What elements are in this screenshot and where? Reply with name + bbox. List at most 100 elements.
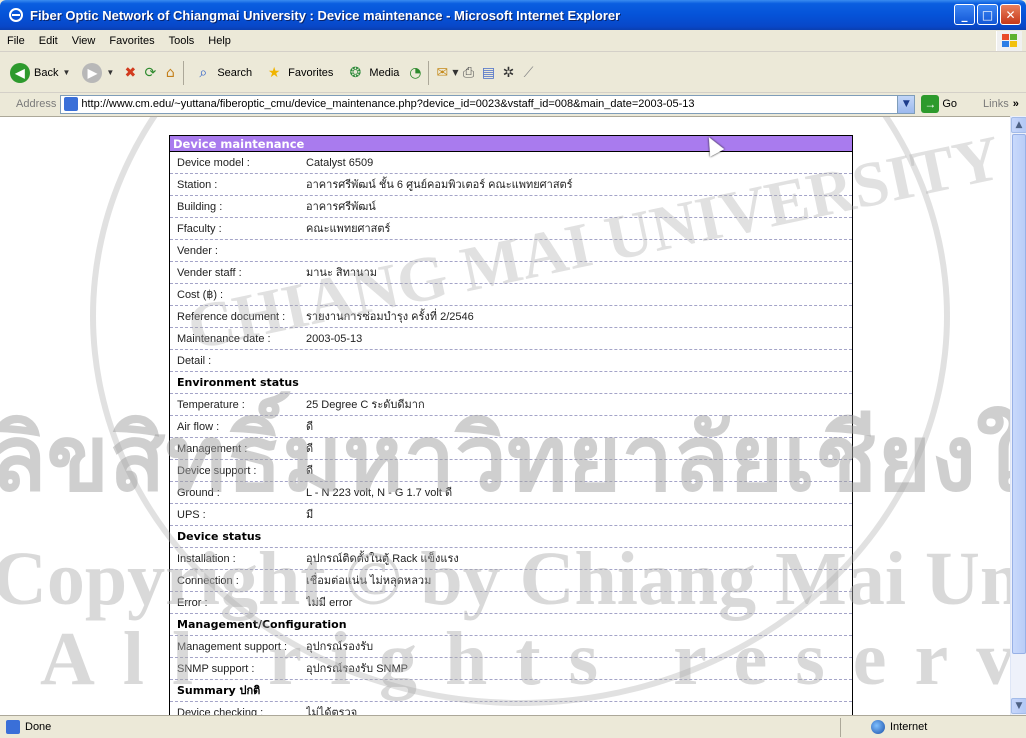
- field-label: Air flow :: [177, 421, 220, 433]
- field-value: คณะแพทยศาสตร์: [306, 223, 391, 235]
- menu-view[interactable]: View: [65, 35, 103, 47]
- menu-file[interactable]: File: [0, 35, 32, 47]
- close-button[interactable]: ✕: [1000, 4, 1021, 25]
- edit-icon[interactable]: ▤: [479, 63, 499, 83]
- back-button[interactable]: ◀ Back ▼: [4, 57, 76, 89]
- toolbar-separator: [183, 60, 185, 85]
- section-management: Management/Configuration: [170, 614, 852, 636]
- links-label: Links: [983, 98, 1009, 110]
- field-label: Temperature :: [177, 399, 245, 411]
- forward-dropdown-icon[interactable]: ▼: [106, 68, 114, 77]
- field-value: L - N 223 volt, N - G 1.7 volt ดี: [306, 487, 453, 499]
- field-row: Device model : Catalyst 6509: [170, 152, 852, 174]
- zone-text: Internet: [890, 721, 928, 733]
- section-environment: Environment status: [170, 372, 852, 394]
- field-label: Ground :: [177, 487, 220, 499]
- field-value: ไม่มี error: [306, 597, 353, 609]
- favorites-label: Favorites: [288, 66, 334, 79]
- field-value: มานะ สิทานาม: [306, 267, 378, 279]
- field-value: อุปกรณ์ติดตั้งในตู้ Rack แข็งแรง: [306, 553, 459, 565]
- page-content: Device maintenance Device model : Catalys…: [0, 116, 1010, 715]
- status-text: Done: [25, 721, 52, 733]
- field-label: Maintenance date :: [177, 333, 271, 345]
- field-value: อาคารศรีพัฒน์: [306, 201, 376, 213]
- scroll-thumb[interactable]: [1012, 134, 1026, 654]
- field-row: Ground : L - N 223 volt, N - G 1.7 volt ด…: [170, 482, 852, 504]
- field-label: Building :: [177, 201, 223, 213]
- minimize-button[interactable]: _: [954, 4, 975, 25]
- field-row: Temperature : 25 Degree C ระดับดีมาก: [170, 394, 852, 416]
- field-label: SNMP support :: [177, 663, 255, 675]
- field-row: Air flow : ดี: [170, 416, 852, 438]
- field-value: 25 Degree C ระดับดีมาก: [306, 399, 425, 411]
- internet-zone-icon: [871, 720, 885, 734]
- field-label: Device checking :: [177, 707, 264, 715]
- search-button[interactable]: ⌕ Search: [187, 57, 258, 89]
- field-value: รายงานการซ่อมบำรุง ครั้งที่ 2/2546: [306, 311, 474, 323]
- forward-button[interactable]: ▶ ▼: [76, 57, 120, 89]
- field-label: Device support :: [177, 465, 257, 477]
- menu-tools[interactable]: Tools: [162, 35, 202, 47]
- windows-flag-icon: [996, 31, 1022, 51]
- field-value: ไม่ได้ตรวจ: [306, 707, 358, 715]
- media-label: Media: [369, 66, 400, 79]
- field-value: ดี: [306, 465, 314, 477]
- panel-title: Device maintenance: [170, 136, 852, 152]
- menu-help[interactable]: Help: [201, 35, 238, 47]
- field-value: 2003-05-13: [306, 333, 363, 345]
- menu-edit[interactable]: Edit: [32, 35, 65, 47]
- field-value: [306, 284, 852, 305]
- research-icon[interactable]: ⟋: [519, 63, 539, 83]
- field-label: Vender staff :: [177, 267, 242, 279]
- home-icon[interactable]: ⌂: [160, 63, 180, 83]
- history-icon[interactable]: ◔: [405, 63, 425, 83]
- media-icon: ❂: [349, 64, 362, 80]
- scroll-down-icon[interactable]: ▼: [1011, 698, 1026, 714]
- field-value: เชื่อมต่อแน่น ไม่หลุดหลวม: [306, 575, 432, 587]
- scroll-up-icon[interactable]: ▲: [1011, 117, 1026, 133]
- back-dropdown-icon[interactable]: ▼: [62, 68, 70, 77]
- refresh-icon[interactable]: ⟳: [140, 63, 160, 83]
- field-row: Management support : อุปกรณ์รองรับ: [170, 636, 852, 658]
- field-row: Station : อาคารศรีพัฒน์ ชั้น 6 ศูนย์คอมพิ…: [170, 174, 852, 196]
- field-label: Vender :: [177, 245, 218, 257]
- field-row: Maintenance date : 2003-05-13: [170, 328, 852, 350]
- device-maintenance-panel: Device maintenance Device model : Catalys…: [169, 135, 853, 715]
- stop-icon[interactable]: ✖: [120, 63, 140, 83]
- field-value: Catalyst 6509: [306, 157, 374, 169]
- field-value: อาคารศรีพัฒน์ ชั้น 6 ศูนย์คอมพิวเตอร์ คณ…: [306, 179, 573, 191]
- menu-favorites[interactable]: Favorites: [102, 35, 161, 47]
- address-dropdown-icon[interactable]: ▼: [897, 95, 915, 113]
- field-label: Error :: [177, 597, 208, 609]
- field-row: Vender :: [170, 240, 852, 262]
- field-row: Management : ดี: [170, 438, 852, 460]
- maximize-button[interactable]: □: [977, 4, 998, 25]
- field-value: [306, 240, 852, 261]
- star-icon: ★: [267, 64, 281, 80]
- toolbar-separator: [428, 60, 430, 85]
- field-row: Ffaculty : คณะแพทยศาสตร์: [170, 218, 852, 240]
- back-label: Back: [34, 66, 59, 79]
- go-button[interactable]: → Go: [921, 95, 957, 113]
- chevron-right-icon[interactable]: »: [1013, 98, 1019, 110]
- field-label: Management support :: [177, 641, 288, 653]
- mail-icon[interactable]: ✉: [432, 63, 452, 83]
- messenger-icon[interactable]: ✲: [499, 63, 519, 83]
- field-row: Vender staff : มานะ สิทานาม: [170, 262, 852, 284]
- field-label: Cost (฿) :: [177, 289, 224, 301]
- vertical-scrollbar[interactable]: ▲ ▼: [1010, 116, 1026, 715]
- address-field[interactable]: http://www.cm.edu/~yuttana/fiberoptic_cm…: [60, 94, 916, 114]
- title-bar: Fiber Optic Network of Chiangmai Univers…: [0, 0, 1026, 30]
- field-row: Building : อาคารศรีพัฒน์: [170, 196, 852, 218]
- print-icon[interactable]: ⎙: [459, 63, 479, 83]
- address-url[interactable]: http://www.cm.edu/~yuttana/fiberoptic_cm…: [81, 98, 694, 110]
- menu-bar: File Edit View Favorites Tools Help: [0, 30, 1026, 52]
- favorites-button[interactable]: ★ Favorites: [258, 57, 339, 89]
- field-value: มี: [306, 509, 314, 521]
- media-button[interactable]: ❂ Media: [339, 57, 405, 89]
- links-toolbar[interactable]: Links »: [983, 98, 1019, 110]
- field-row: Detail :: [170, 350, 852, 372]
- field-row: Connection : เชื่อมต่อแน่น ไม่หลุดหลวม: [170, 570, 852, 592]
- back-arrow-icon: ◀: [10, 62, 30, 83]
- field-row: Error : ไม่มี error: [170, 592, 852, 614]
